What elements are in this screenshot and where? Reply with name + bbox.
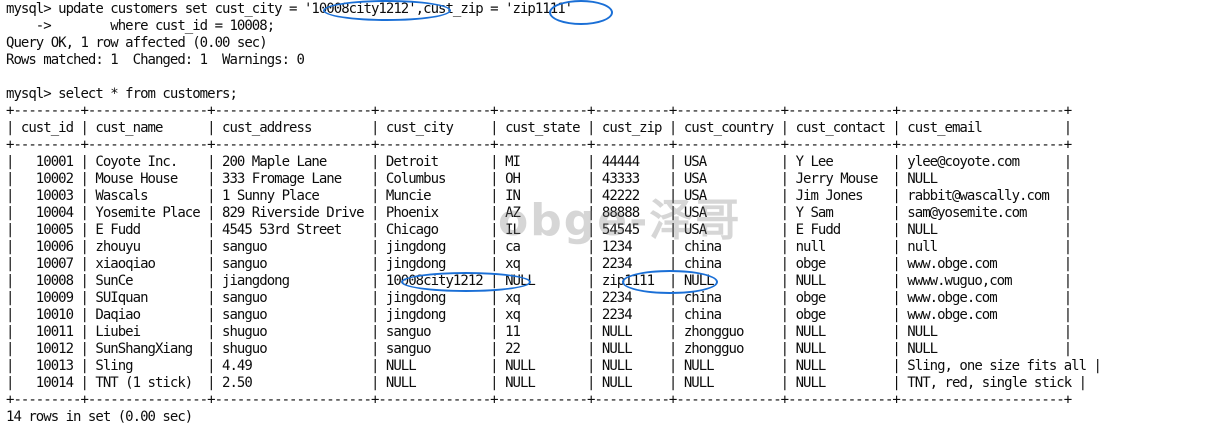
table-header-row: | cust_id | cust_name | cust_address | c… [6, 120, 1072, 136]
table-row-updated: | 10008 | SunCe | jiangdong | 10008city1… [6, 273, 1072, 289]
table-row: | 10009 | SUIquan | sanguo | jingdong | … [6, 290, 1072, 306]
table-row: | 10010 | Daqiao | sanguo | jingdong | x… [6, 307, 1072, 323]
table-row: | 10007 | xiaoqiao | sanguo | jingdong |… [6, 256, 1072, 272]
query-result-line: Query OK, 1 row affected (0.00 sec) [6, 35, 268, 51]
table-row: | 10006 | zhouyu | sanguo | jingdong | c… [6, 239, 1072, 255]
terminal-console[interactable]: mysql> update customers set cust_city = … [0, 0, 1217, 441]
table-row: | 10004 | Yosemite Place | 829 Riverside… [6, 205, 1072, 221]
table-row: | 10013 | Sling | 4.49 | NULL | NULL | N… [6, 358, 1102, 374]
table-border-top: +---------+----------------+------------… [6, 103, 1072, 119]
table-border-header: +---------+----------------+------------… [6, 137, 1072, 153]
table-row: | 10005 | E Fudd | 4545 53rd Street | Ch… [6, 222, 1072, 238]
rows-in-set-line: 14 rows in set (0.00 sec) [6, 409, 193, 425]
sql-update-line: mysql> update customers set cust_city = … [6, 1, 573, 17]
table-row: | 10012 | SunShangXiang | shuguo | sangu… [6, 341, 1072, 357]
table-row: | 10001 | Coyote Inc. | 200 Maple Lane |… [6, 154, 1072, 170]
table-row: | 10014 | TNT (1 stick) | 2.50 | NULL | … [6, 375, 1087, 391]
table-row: | 10002 | Mouse House | 333 Fromage Lane… [6, 171, 1072, 187]
table-row: | 10003 | Wascals | 1 Sunny Place | Munc… [6, 188, 1072, 204]
sql-select-line: mysql> select * from customers; [6, 86, 238, 102]
table-row: | 10011 | Liubei | shuguo | sanguo | 11 … [6, 324, 1072, 340]
rows-matched-line: Rows matched: 1 Changed: 1 Warnings: 0 [6, 52, 305, 68]
sql-continuation-line: -> where cust_id = 10008; [6, 18, 275, 34]
table-border-bottom: +---------+----------------+------------… [6, 392, 1072, 408]
